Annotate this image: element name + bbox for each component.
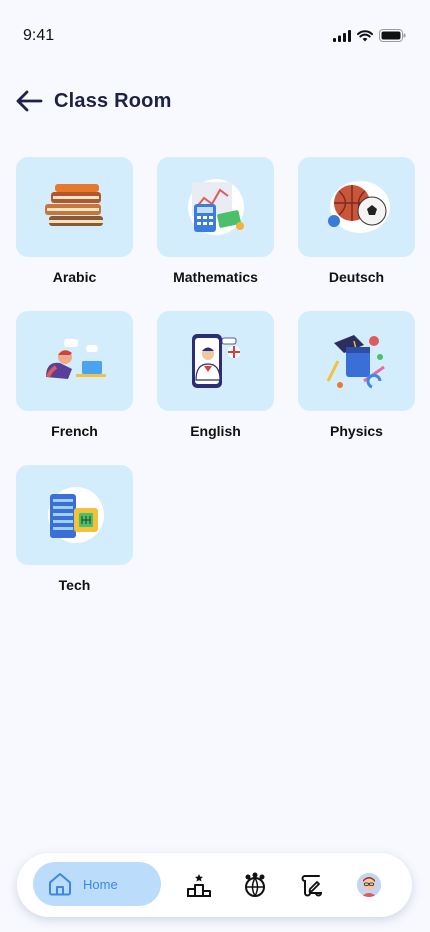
sports-balls-icon: [327, 181, 390, 233]
subject-tile: [298, 311, 415, 411]
community-globe-icon: [245, 872, 265, 897]
scroll-edit-icon: [301, 875, 323, 897]
arrow-left-icon: [16, 90, 43, 112]
subject-card-mathematics[interactable]: Mathematics: [157, 157, 274, 311]
subject-label: Deutsch: [328, 269, 385, 285]
status-bar: 9:41: [0, 0, 430, 70]
nav-notes-button[interactable]: [298, 871, 326, 899]
status-icons: [333, 29, 406, 42]
student-laptop-icon: [45, 339, 106, 379]
battery-icon: [379, 29, 406, 42]
subject-label: Tech: [58, 577, 91, 593]
calculator-chart-icon: [187, 179, 244, 235]
subject-label: Mathematics: [173, 269, 258, 285]
books-icon: [44, 184, 103, 226]
subject-tile: [298, 157, 415, 257]
podium-icon: [187, 874, 211, 897]
server-chip-icon: [47, 487, 104, 543]
subject-label: Arabic: [52, 269, 97, 285]
nav-home-button[interactable]: Home: [33, 862, 161, 906]
nav-community-button[interactable]: [241, 871, 269, 899]
science-items-icon: [326, 335, 385, 389]
subject-tile: [16, 311, 133, 411]
bottom-nav: Home: [17, 853, 412, 917]
subject-card-arabic[interactable]: Arabic: [16, 157, 133, 311]
subject-label: English: [190, 423, 241, 439]
status-time: 9:41: [23, 27, 55, 44]
subject-card-physics[interactable]: Physics: [298, 311, 415, 465]
cellular-signal-icon: [333, 29, 351, 42]
nav-leaderboard-button[interactable]: [185, 871, 213, 899]
subject-card-deutsch[interactable]: Deutsch: [298, 157, 415, 311]
wifi-icon: [357, 29, 373, 41]
subject-label: French: [51, 423, 98, 439]
header: Class Room: [14, 86, 172, 116]
subject-tile: [157, 311, 274, 411]
nav-profile-button[interactable]: [355, 871, 383, 899]
back-button[interactable]: [14, 86, 44, 116]
profile-avatar: [357, 873, 381, 897]
teacher-phone-icon: [191, 334, 240, 388]
subject-tile: [16, 465, 133, 565]
subject-card-english[interactable]: English: [157, 311, 274, 465]
nav-home-label: Home: [83, 876, 118, 892]
home-icon: [49, 873, 71, 896]
page-title: Class Room: [54, 89, 172, 112]
subject-label: Physics: [330, 423, 383, 439]
subject-grid: Arabic Mathematics Deutsch French Englis…: [16, 157, 415, 619]
subject-tile: [16, 157, 133, 257]
subject-card-tech[interactable]: Tech: [16, 465, 133, 619]
subject-card-french[interactable]: French: [16, 311, 133, 465]
subject-tile: [157, 157, 274, 257]
